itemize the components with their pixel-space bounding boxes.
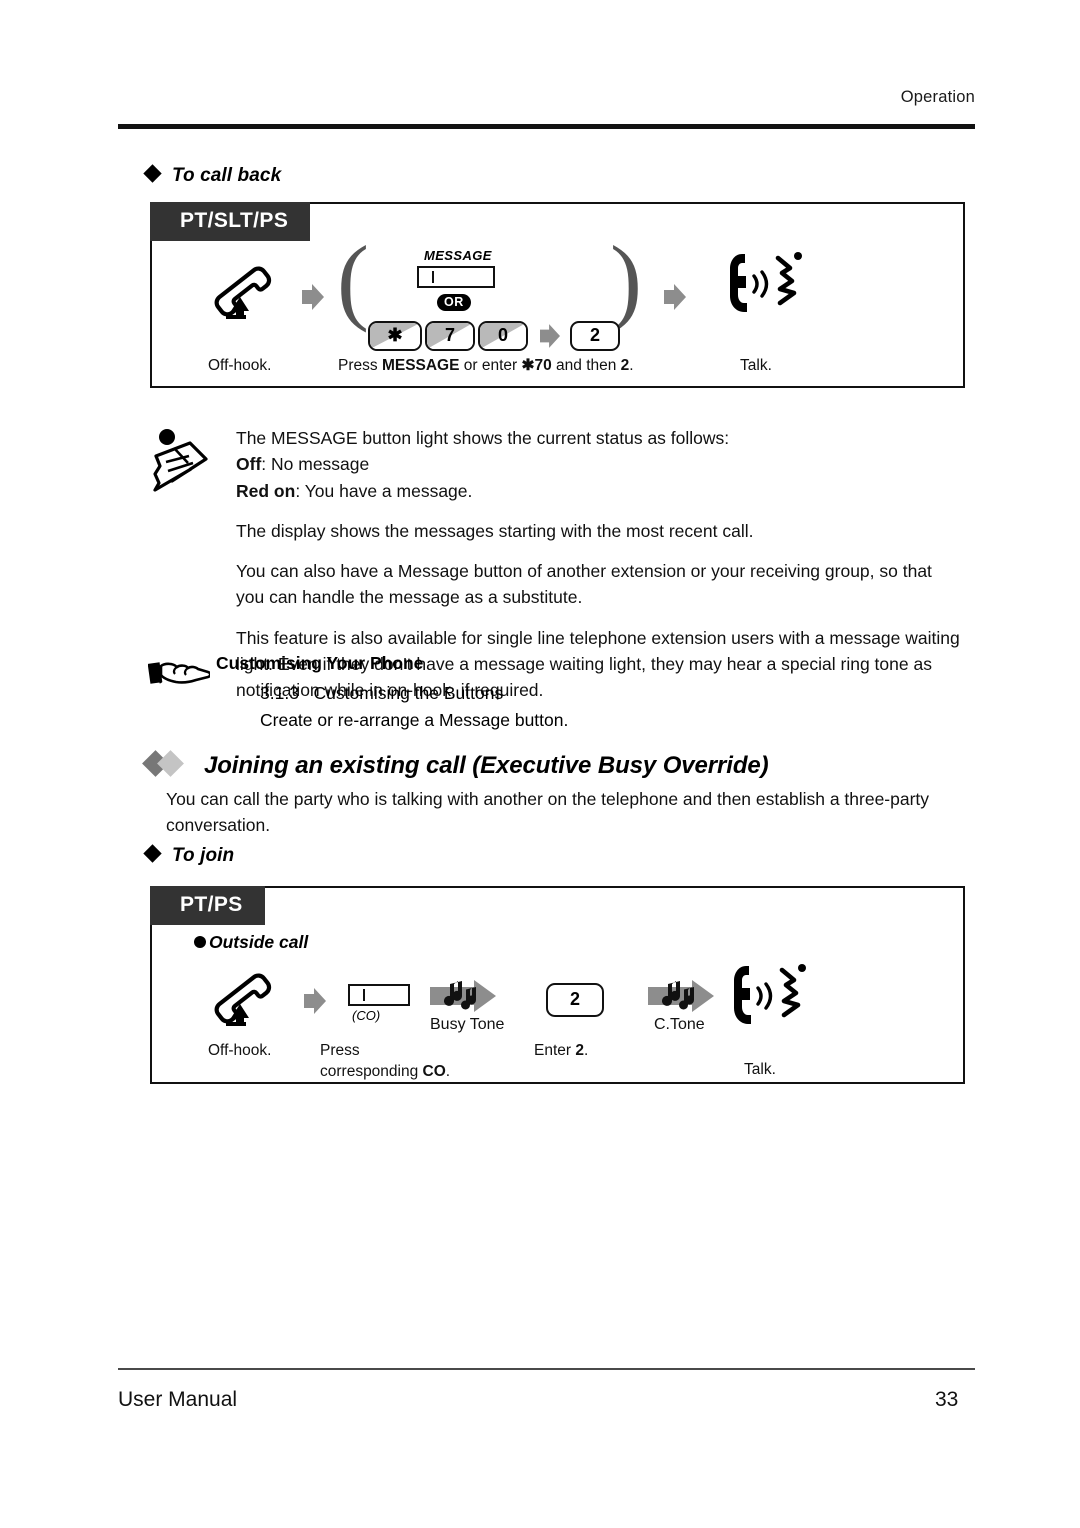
- keycap-7: 7: [425, 321, 475, 351]
- caption-frag: .: [583, 1042, 589, 1059]
- customising-title: Customising Your Phone: [216, 653, 424, 673]
- note-line-3-rest: : You have a message.: [295, 480, 473, 501]
- keycap-2: 2: [546, 983, 604, 1017]
- keycap-0: 0: [478, 321, 528, 351]
- step-caption-offhook: Off-hook.: [208, 1042, 272, 1059]
- customising-ref-title: Customising the Buttons: [313, 683, 504, 703]
- flow-arrow-icon: [664, 284, 686, 315]
- footer-manual-name: User Manual: [118, 1388, 238, 1411]
- caption-frag-bold: ✱70: [521, 357, 552, 374]
- note-line-2-rest: : No message: [261, 454, 370, 475]
- keycap-asterisk: ✱: [368, 321, 422, 351]
- feature-heading-label: Joining an existing call (Executive Busy…: [204, 752, 769, 779]
- to-join-heading: To join: [143, 844, 235, 867]
- device-type-tab-pt-ps: PT/PS: [150, 886, 265, 925]
- feature-heading: Joining an existing call (Executive Busy…: [142, 750, 769, 780]
- talk-handset-icon: [726, 958, 818, 1041]
- pointing-hand-icon: [147, 654, 212, 699]
- step-caption-enter-2: Enter 2.: [534, 1041, 588, 1062]
- step-caption-talk: Talk.: [744, 1061, 776, 1078]
- note-paragraph-2: The display shows the messages starting …: [236, 520, 754, 541]
- keycap-2-label: 2: [589, 325, 600, 345]
- c-tone-label: C.Tone: [654, 1016, 705, 1033]
- footer-rule: [118, 1368, 975, 1370]
- caption-frag-bold: MESSAGE: [381, 357, 460, 374]
- keycap-7-label: 7: [444, 325, 455, 345]
- device-type-tab-pt-slt-ps: PT/SLT/PS: [150, 202, 311, 241]
- step-caption-press-message: Press MESSAGE or enter ✱70 and then 2.: [338, 356, 634, 377]
- caption-frag-bold: CO: [422, 1062, 446, 1080]
- outside-call-subheading: Outside call: [194, 932, 308, 953]
- caption-frag: Press: [338, 357, 382, 374]
- note-paragraph-3: You can also have a Message button of an…: [236, 561, 932, 608]
- group-paren-left: (: [337, 226, 369, 333]
- offhook-handset-icon: [210, 966, 282, 1043]
- step-caption-press-co: Press corresponding CO.: [320, 1041, 450, 1082]
- customising-reference: 3.1.3 Customising the Buttons: [260, 680, 503, 707]
- flow-arrow-icon: [304, 988, 326, 1019]
- caption-frag: or enter: [459, 357, 522, 374]
- caption-frag: Enter: [534, 1042, 576, 1059]
- keycap-asterisk-label: ✱: [387, 325, 403, 345]
- feature-description: You can call the party who is talking wi…: [166, 789, 930, 836]
- customising-ref-number: 3.1.3: [260, 683, 299, 703]
- offhook-handset-icon: [210, 259, 282, 336]
- flow-arrow-icon: [302, 284, 324, 315]
- group-paren-right: ): [610, 226, 642, 333]
- busy-tone-icon: [430, 980, 498, 1017]
- note-status-group: The MESSAGE button light shows the curre…: [236, 425, 964, 504]
- diamond-bullet-icon: [143, 844, 162, 863]
- keycap-2-label: 2: [569, 989, 580, 1009]
- manual-page: Operation To call back PT/SLT/PS ( ) MES…: [0, 0, 1080, 1528]
- to-call-back-heading: To call back: [143, 164, 282, 187]
- outside-call-label: Outside call: [209, 932, 309, 952]
- keycap-2: 2: [570, 321, 620, 351]
- step-caption-talk: Talk.: [740, 357, 772, 374]
- to-call-back-heading-label: To call back: [172, 165, 282, 186]
- co-button-icon: [348, 984, 410, 1006]
- note-memo-icon: [148, 426, 212, 503]
- message-button-label: MESSAGE: [424, 248, 492, 263]
- note-line-3-bold: Red on: [236, 480, 296, 501]
- caption-frag-bold: 2: [575, 1042, 584, 1059]
- or-badge: OR: [437, 294, 471, 311]
- caption-frag: corresponding: [320, 1062, 423, 1080]
- note-line-2-bold: Off: [236, 454, 262, 475]
- keycap-0-label: 0: [497, 325, 508, 345]
- step-caption-offhook: Off-hook.: [208, 357, 272, 374]
- dot-bullet-icon: [194, 936, 206, 948]
- customising-ref-description: Create or re-arrange a Message button.: [260, 710, 569, 730]
- caption-frag: .: [445, 1062, 451, 1080]
- caption-frag: and then: [551, 357, 621, 374]
- double-diamond-icon: [142, 750, 194, 777]
- busy-tone-label: Busy Tone: [430, 1016, 505, 1033]
- footer-page-number: 33: [935, 1388, 959, 1411]
- note-line-1: The MESSAGE button light shows the curre…: [236, 428, 730, 448]
- caption-frag: .: [629, 357, 634, 374]
- flow-arrow-icon: [540, 324, 560, 353]
- call-back-diagram: PT/SLT/PS ( ) MESSAGE OR ✱ 7 0 2 Off-hoo…: [150, 202, 965, 388]
- to-join-diagram: PT/PS Outside call (CO) Busy Tone 2 C.To…: [150, 886, 965, 1084]
- caption-frag: Press: [320, 1042, 360, 1059]
- to-join-heading-label: To join: [172, 845, 235, 866]
- header-rule: [118, 124, 975, 129]
- talk-handset-icon: [722, 246, 814, 329]
- caption-frag-bold: 2: [620, 357, 630, 374]
- page-header-section-label: Operation: [900, 88, 975, 106]
- message-button-icon: [417, 266, 495, 288]
- confirmation-tone-icon: [648, 980, 716, 1017]
- co-button-label: (CO): [352, 1008, 381, 1023]
- diamond-bullet-icon: [143, 164, 162, 183]
